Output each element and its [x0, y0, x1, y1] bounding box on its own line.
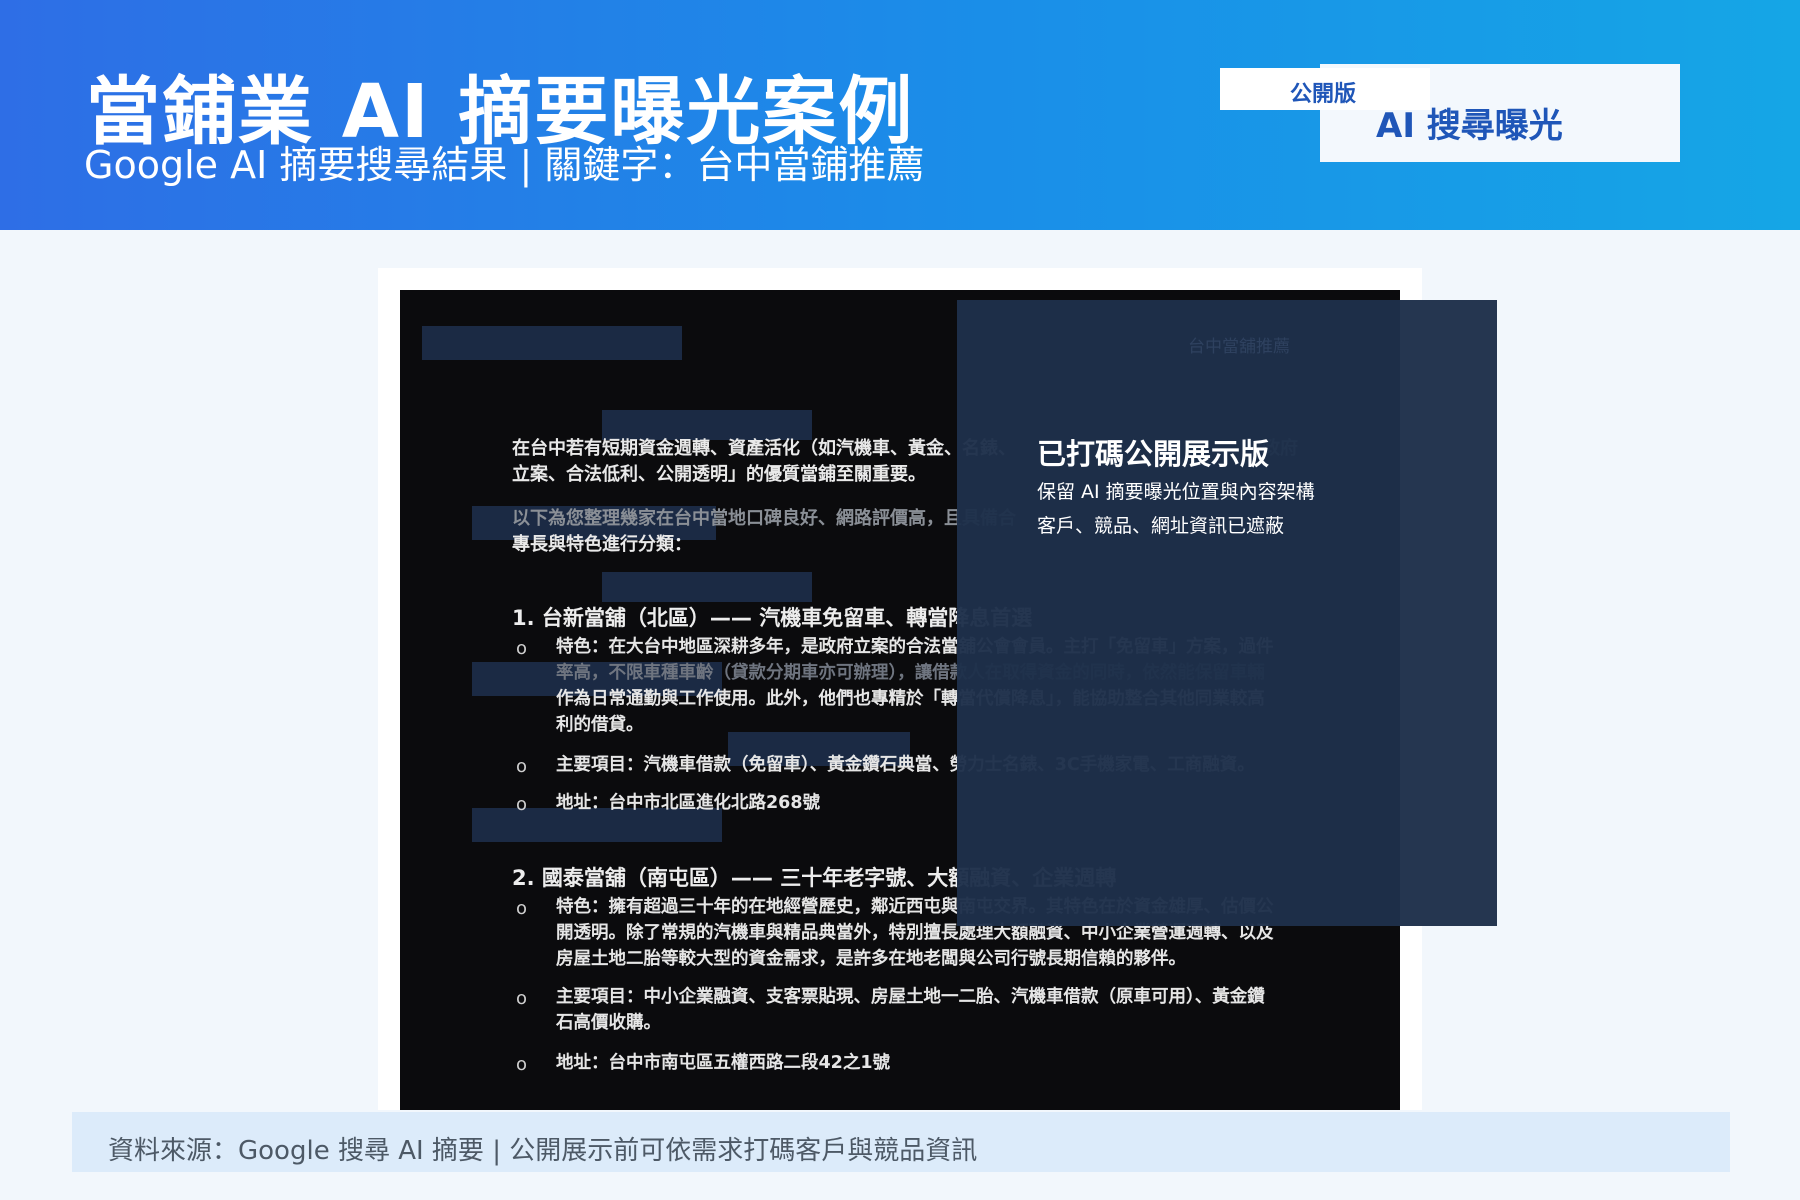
feature-line: 房屋土地二胎等較大型的資金需求，是許多在地老闆與公司行號長期信賴的夥伴。 [556, 949, 1186, 969]
badge-small-label: 公開版 [1290, 82, 1357, 107]
address-line: 地址：台中市南屯區五權西路二段42之1號 [556, 1053, 891, 1073]
bullet-glyph: o [516, 638, 528, 659]
bullet-glyph: o [516, 794, 528, 815]
redaction-notice-panel [957, 300, 1497, 926]
badge-main-label: AI 搜尋曝光 [1376, 106, 1563, 146]
notice-line: 客戶、競品、網址資訊已遮蔽 [1037, 515, 1285, 537]
intro-line: 在台中若有短期資金週轉、資產活化（如汽機車、黃金、名錶、 [512, 438, 1016, 459]
intro-line: 立案、合法低利、公開透明」的優質當鋪至關重要。 [512, 464, 926, 485]
notice-title: 已打碼公開展示版 [1037, 437, 1270, 471]
source-text: 資料來源：Google 搜尋 AI 摘要 | 公開展示前可依需求打碼客戶與競品資… [108, 1136, 978, 1166]
page-subtitle: Google AI 摘要搜尋結果 | 關鍵字：台中當鋪推薦 [84, 143, 925, 187]
bullet-glyph: o [516, 988, 528, 1009]
feature-line: 利的借貸。 [556, 715, 644, 735]
query-ghost-text: 台中當舖推薦 [1188, 337, 1290, 357]
address-line: 地址：台中市北區進化北路268號 [556, 793, 821, 813]
items-line: 主要項目：中小企業融資、支客票貼現、房屋土地一二胎、汽機車借款（原車可用）、黃金… [556, 987, 1265, 1007]
bullet-glyph: o [516, 898, 528, 919]
items-line: 石高價收購。 [556, 1013, 661, 1033]
bullet-glyph: o [516, 756, 528, 777]
redaction-mask [422, 326, 682, 360]
section-heading: 1. 台新當舖（北區）—— 汽機車免留車、轉當降息首選 [512, 606, 1033, 630]
intro-line: 以下為您整理幾家在台中當地口碑良好、網路評價高，且具備合 [512, 508, 1016, 529]
intro-line: 專長與特色進行分類： [512, 534, 692, 555]
notice-line: 保留 AI 摘要曝光位置與內容架構 [1037, 481, 1315, 503]
bullet-glyph: o [516, 1054, 528, 1075]
redaction-mask [602, 572, 812, 602]
